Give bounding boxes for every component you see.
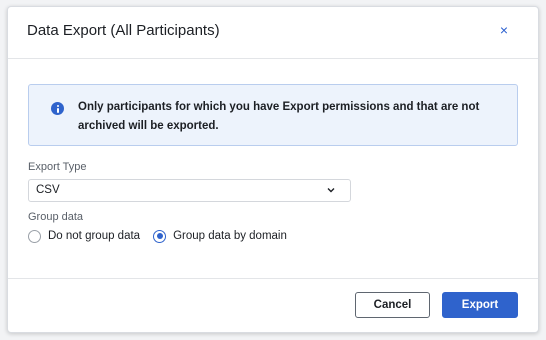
group-data-label: Group data — [28, 211, 84, 223]
close-icon[interactable]: × — [496, 22, 512, 38]
cancel-button[interactable]: Cancel — [355, 292, 430, 318]
alert-message: Only participants for which you have Exp… — [78, 101, 480, 132]
radio-option-group-by-domain[interactable]: Group data by domain — [153, 229, 287, 243]
export-button[interactable]: Export — [442, 292, 518, 318]
chevron-down-icon — [327, 188, 335, 193]
data-export-dialog: Data Export (All Participants) × Only pa… — [7, 6, 539, 333]
dialog-title: Data Export (All Participants) — [27, 22, 220, 39]
info-alert: Only participants for which you have Exp… — [28, 84, 518, 146]
info-icon — [51, 102, 64, 115]
radio-label: Group data by domain — [173, 230, 287, 242]
export-type-label: Export Type — [28, 161, 87, 173]
radio-label: Do not group data — [48, 230, 141, 242]
dialog-footer: Cancel Export — [8, 278, 538, 332]
group-data-radio-group: Do not group data Group data by domain — [28, 227, 300, 245]
dialog-header: Data Export (All Participants) × — [8, 7, 538, 59]
radio-button-unchecked[interactable] — [28, 229, 41, 243]
radio-option-do-not-group[interactable]: Do not group data — [28, 229, 141, 243]
export-type-value: CSV — [36, 184, 60, 196]
export-type-select[interactable]: CSV — [28, 179, 351, 202]
radio-button-checked[interactable] — [153, 229, 167, 243]
